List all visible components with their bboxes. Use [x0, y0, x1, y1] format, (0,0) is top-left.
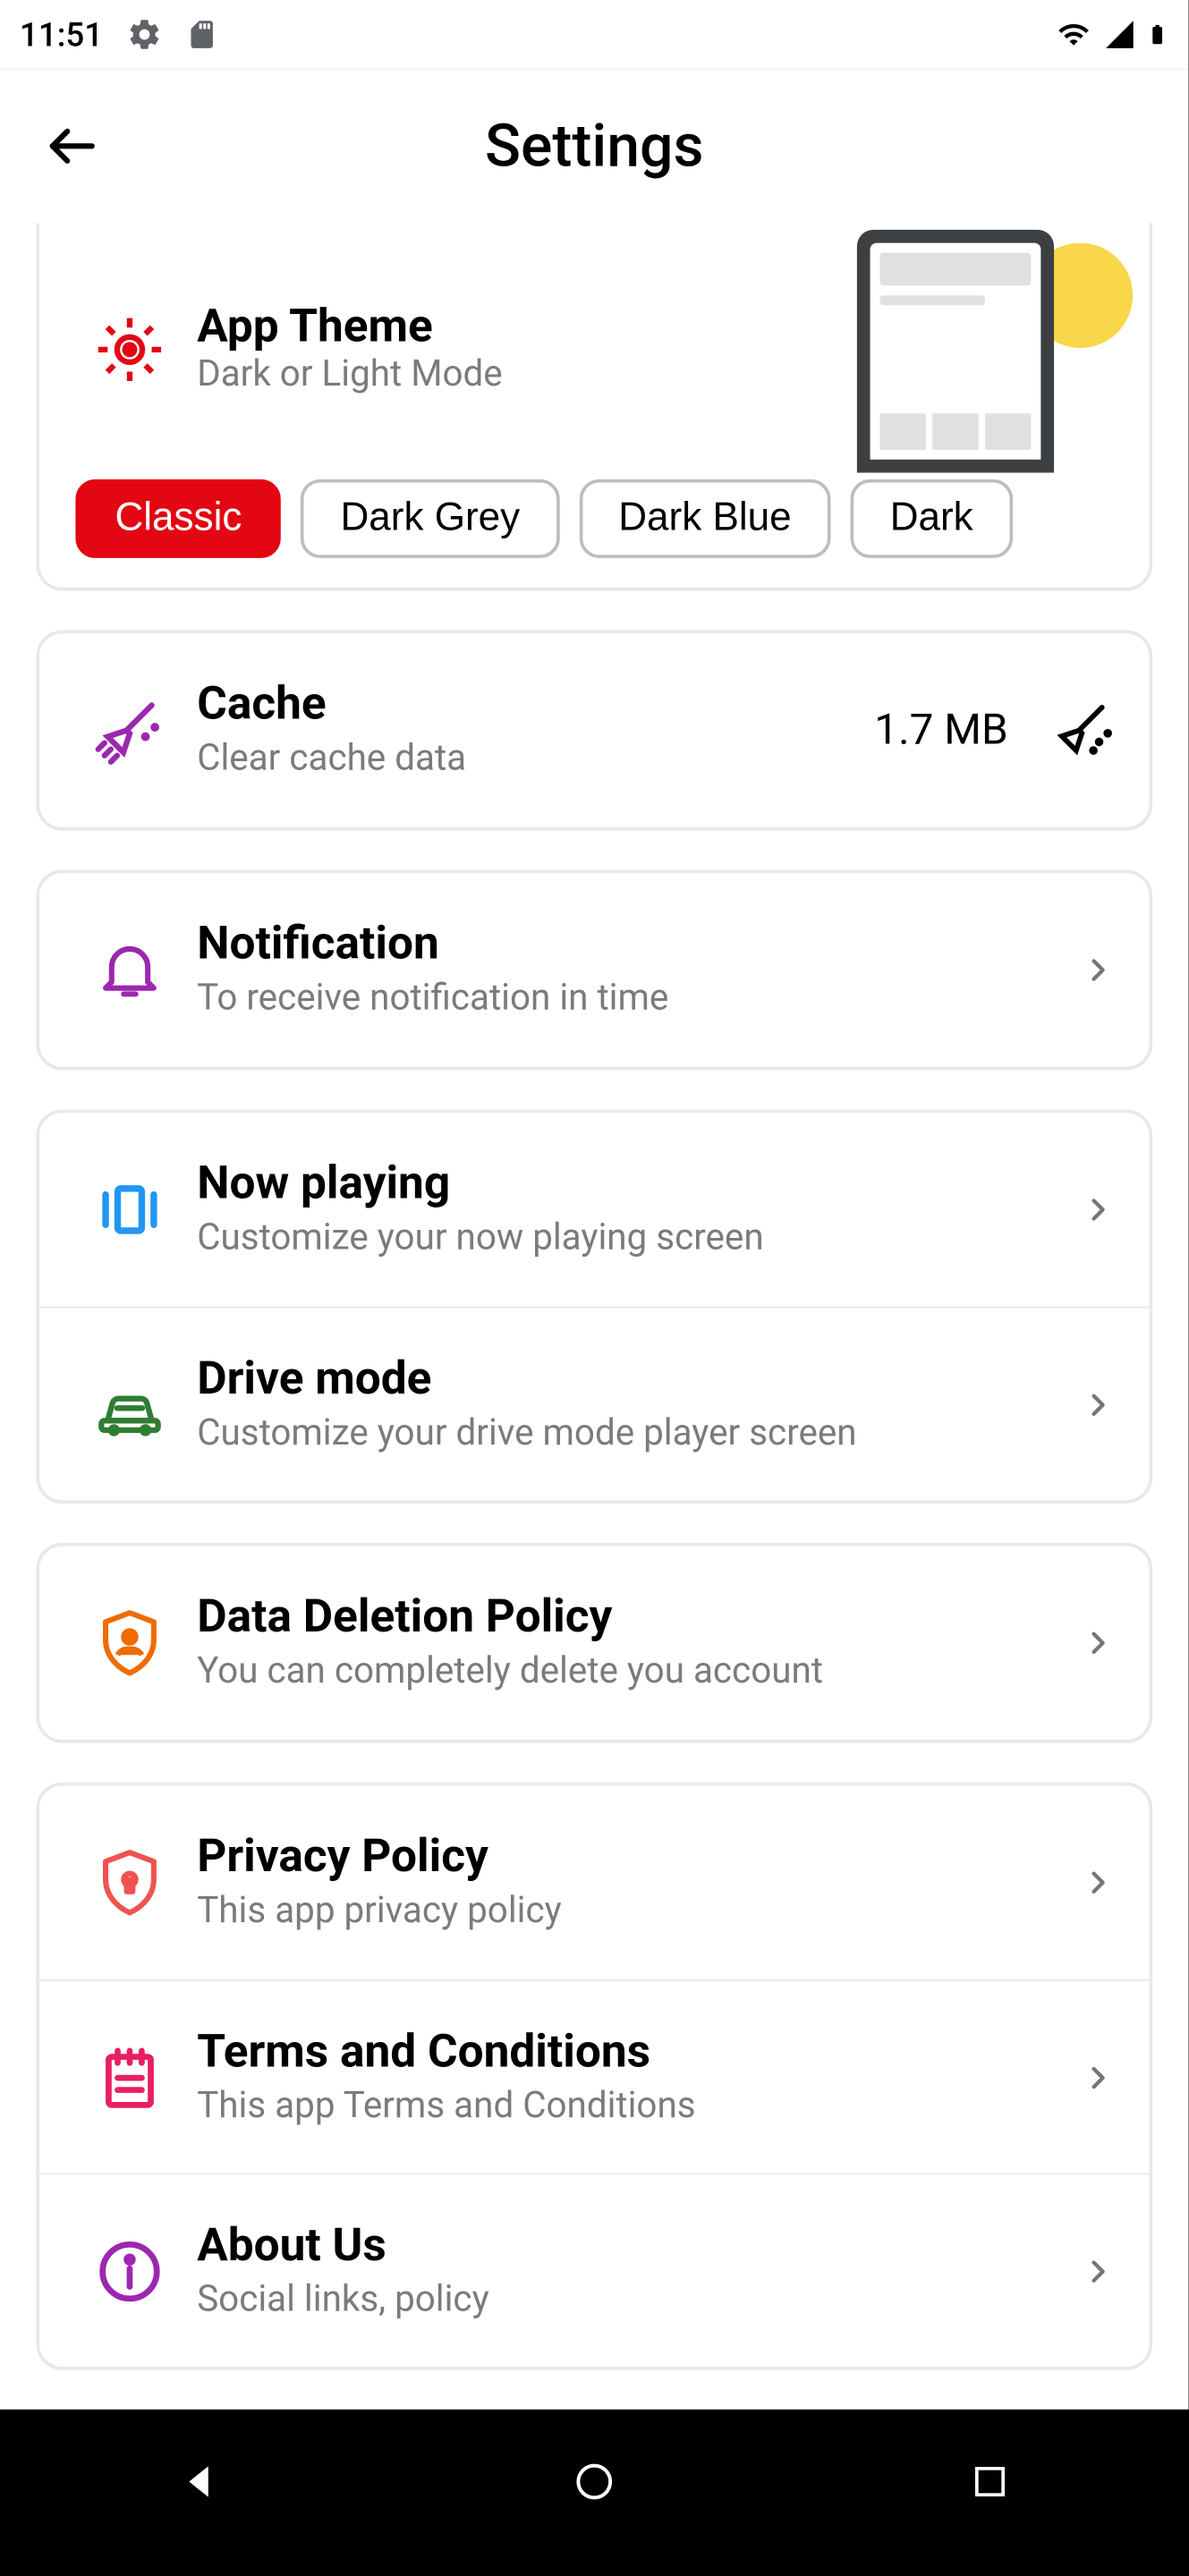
- about-title: About Us: [197, 2218, 1064, 2271]
- status-bar: 11:51: [0, 0, 1189, 69]
- brightness-icon: [63, 312, 197, 387]
- card-cache: Cache Clear cache data 1.7 MB: [36, 631, 1152, 831]
- shield-lock-icon: [63, 1846, 197, 1919]
- row-about-us[interactable]: About Us Social links, policy: [39, 2174, 1149, 2368]
- card-data-deletion: Data Deletion Policy You can completely …: [36, 1543, 1152, 1743]
- privacy-title: Privacy Policy: [197, 1830, 1064, 1883]
- back-button[interactable]: [33, 106, 112, 185]
- theme-subtitle: Dark or Light Mode: [197, 353, 857, 398]
- notification-title: Notification: [197, 918, 1064, 970]
- info-icon: [63, 2234, 197, 2307]
- privacy-subtitle: This app privacy policy: [197, 1890, 1064, 1935]
- data-deletion-subtitle: You can completely delete you account: [197, 1650, 1064, 1695]
- carousel-icon: [63, 1174, 197, 1246]
- row-privacy-policy[interactable]: Privacy Policy This app privacy policy: [39, 1785, 1149, 1979]
- app-header: Settings: [0, 69, 1189, 223]
- data-deletion-title: Data Deletion Policy: [197, 1590, 1064, 1643]
- chevron-right-icon: [1080, 1386, 1116, 1422]
- cellular-icon: [1103, 18, 1136, 51]
- car-icon: [63, 1367, 197, 1442]
- chevron-right-icon: [1080, 2253, 1116, 2289]
- status-time: 11:51: [20, 15, 103, 55]
- clean-action-icon[interactable]: [1048, 696, 1117, 765]
- row-terms[interactable]: Terms and Conditions This app Terms and …: [39, 1979, 1149, 2174]
- chevron-right-icon: [1080, 1625, 1116, 1661]
- cache-title: Cache: [197, 678, 858, 731]
- sd-card-icon: [185, 16, 218, 52]
- theme-option-dark-grey[interactable]: Dark Grey: [301, 479, 559, 558]
- row-drive-mode[interactable]: Drive mode Customize your drive mode pla…: [39, 1307, 1149, 1501]
- notification-subtitle: To receive notification in time: [197, 977, 1064, 1021]
- theme-option-dark-blue[interactable]: Dark Blue: [579, 479, 830, 558]
- row-cache[interactable]: Cache Clear cache data 1.7 MB: [39, 633, 1149, 827]
- about-subtitle: Social links, policy: [197, 2278, 1064, 2323]
- now-playing-title: Now playing: [197, 1157, 1064, 1210]
- now-playing-subtitle: Customize your now playing screen: [197, 1216, 1064, 1261]
- card-playback: Now playing Customize your now playing s…: [36, 1109, 1152, 1503]
- row-notification[interactable]: Notification To receive notification in …: [39, 873, 1149, 1067]
- card-info: Privacy Policy This app privacy policy: [36, 1783, 1152, 2370]
- drive-mode-subtitle: Customize your drive mode player screen: [197, 1411, 1064, 1456]
- theme-option-dark[interactable]: Dark: [851, 479, 1013, 558]
- system-nav-bar: [0, 2410, 1189, 2554]
- notepad-icon: [63, 2041, 197, 2114]
- card-app-theme: App Theme Dark or Light Mode Classic: [36, 224, 1152, 591]
- nav-back-button[interactable]: [149, 2432, 247, 2530]
- chevron-right-icon: [1080, 1865, 1116, 1901]
- cache-size: 1.7 MB: [874, 706, 1007, 755]
- broom-icon: [63, 692, 197, 767]
- settings-gear-icon: [126, 16, 162, 52]
- card-notification: Notification To receive notification in …: [36, 870, 1152, 1071]
- theme-option-classic[interactable]: Classic: [75, 479, 281, 558]
- row-now-playing[interactable]: Now playing Customize your now playing s…: [39, 1113, 1149, 1307]
- row-data-deletion[interactable]: Data Deletion Policy You can completely …: [39, 1546, 1149, 1741]
- theme-preview-illustration: [857, 243, 1117, 457]
- chevron-right-icon: [1080, 2059, 1116, 2095]
- shield-user-icon: [63, 1606, 197, 1679]
- chevron-right-icon: [1080, 952, 1116, 987]
- battery-icon: [1146, 16, 1169, 52]
- wifi-icon: [1054, 18, 1093, 51]
- bell-icon: [63, 934, 197, 1006]
- theme-title: App Theme: [197, 301, 857, 353]
- nav-recents-button[interactable]: [941, 2432, 1040, 2530]
- chevron-right-icon: [1080, 1191, 1116, 1227]
- page-title: Settings: [0, 112, 1189, 181]
- terms-title: Terms and Conditions: [197, 2025, 1064, 2078]
- terms-subtitle: This app Terms and Conditions: [197, 2084, 1064, 2129]
- nav-home-button[interactable]: [545, 2432, 643, 2530]
- drive-mode-title: Drive mode: [197, 1352, 1064, 1404]
- cache-subtitle: Clear cache data: [197, 738, 858, 783]
